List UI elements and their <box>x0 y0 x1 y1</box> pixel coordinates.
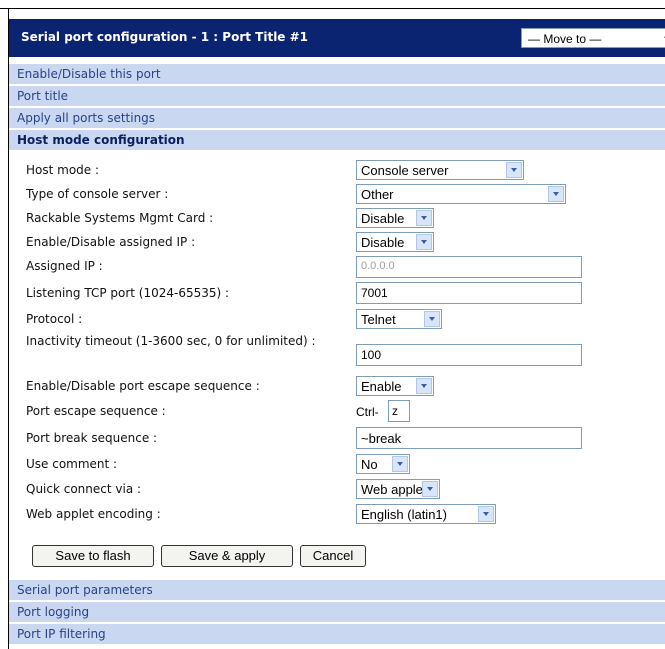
rackable-value: Disable <box>361 211 405 226</box>
rackable-select[interactable]: Disable <box>356 208 434 228</box>
console-type-label: Type of console server : <box>26 187 169 201</box>
break-seq-input[interactable]: ~break <box>356 427 582 449</box>
use-comment-select[interactable]: No <box>356 454 410 474</box>
chevron-down-icon <box>392 456 408 472</box>
escape-toggle-value: Enable <box>361 379 402 394</box>
break-seq-value: ~break <box>361 431 402 446</box>
assigned-ip-input[interactable]: 0.0.0.0 <box>356 256 582 278</box>
applet-encoding-value: English (latin1) <box>361 507 447 522</box>
applet-encoding-select[interactable]: English (latin1) <box>356 504 496 524</box>
inactivity-input[interactable]: 100 <box>356 344 582 366</box>
section-ip-filtering[interactable]: Port IP filtering <box>9 624 665 644</box>
inactivity-label: Inactivity timeout (1-3600 sec, 0 for un… <box>26 334 316 348</box>
escape-toggle-select[interactable]: Enable <box>356 376 434 396</box>
console-type-value: Other <box>361 187 394 202</box>
assigned-ip-value: 0.0.0.0 <box>361 260 395 272</box>
console-type-select[interactable]: Other <box>356 184 566 204</box>
rackable-label: Rackable Systems Mgmt Card : <box>26 211 214 225</box>
chevron-down-icon <box>416 378 432 394</box>
config-panel: Serial port configuration - 1 : Port Tit… <box>9 19 665 649</box>
escape-toggle-label: Enable/Disable port escape sequence : <box>26 379 260 393</box>
section-port-logging[interactable]: Port logging <box>9 602 665 622</box>
protocol-label: Protocol : <box>26 312 83 326</box>
applet-encoding-label: Web applet encoding : <box>26 507 161 521</box>
use-comment-label: Use comment : <box>26 457 118 471</box>
chevron-down-icon <box>424 311 440 327</box>
use-comment-value: No <box>361 457 378 472</box>
move-to-value: — Move to — <box>528 32 602 46</box>
quick-connect-select[interactable]: Web applet <box>356 479 440 499</box>
save-to-flash-button[interactable]: Save to flash <box>32 545 154 567</box>
tcp-port-input[interactable]: 7001 <box>356 282 582 304</box>
page-title: Serial port configuration - 1 : Port Tit… <box>21 30 309 44</box>
escape-seq-label: Port escape sequence : <box>26 404 166 418</box>
chevron-down-icon <box>416 210 432 226</box>
chevron-down-icon <box>478 506 494 522</box>
chevron-down-icon <box>548 186 564 202</box>
protocol-select[interactable]: Telnet <box>356 309 442 329</box>
cancel-button[interactable]: Cancel <box>300 545 366 567</box>
quick-connect-label: Quick connect via : <box>26 482 142 496</box>
section-serial-params[interactable]: Serial port parameters <box>9 580 665 600</box>
section-host-mode[interactable]: Host mode configuration <box>9 130 665 150</box>
host-mode-select[interactable]: Console server <box>356 160 524 180</box>
chevron-down-icon <box>506 162 522 178</box>
assigned-ip-toggle-label: Enable/Disable assigned IP : <box>26 235 196 249</box>
section-port-title[interactable]: Port title <box>9 86 665 106</box>
chevron-down-icon <box>416 234 432 250</box>
move-to-select[interactable]: — Move to — ⌄ <box>521 28 665 48</box>
escape-seq-value: z <box>392 404 398 418</box>
tcp-port-value: 7001 <box>361 286 388 300</box>
escape-seq-input[interactable]: z <box>388 400 410 422</box>
title-bar: Serial port configuration - 1 : Port Tit… <box>9 19 665 57</box>
top-border <box>0 8 665 9</box>
assigned-ip-toggle-select[interactable]: Disable <box>356 232 434 252</box>
protocol-value: Telnet <box>361 312 396 327</box>
tcp-port-label: Listening TCP port (1024-65535) : <box>26 286 230 300</box>
break-seq-label: Port break sequence : <box>26 431 158 445</box>
ctrl-prefix: Ctrl- <box>356 405 379 419</box>
quick-connect-value: Web applet <box>361 482 427 497</box>
section-enable-port[interactable]: Enable/Disable this port <box>9 64 665 84</box>
assigned-ip-label: Assigned IP : <box>26 259 103 273</box>
section-apply-all[interactable]: Apply all ports settings <box>9 108 665 128</box>
assigned-ip-toggle-value: Disable <box>361 235 405 250</box>
save-apply-button[interactable]: Save & apply <box>161 545 293 567</box>
chevron-down-icon <box>422 481 438 497</box>
host-mode-value: Console server <box>361 163 449 178</box>
host-mode-label: Host mode : <box>26 163 100 177</box>
inactivity-value: 100 <box>361 348 382 362</box>
